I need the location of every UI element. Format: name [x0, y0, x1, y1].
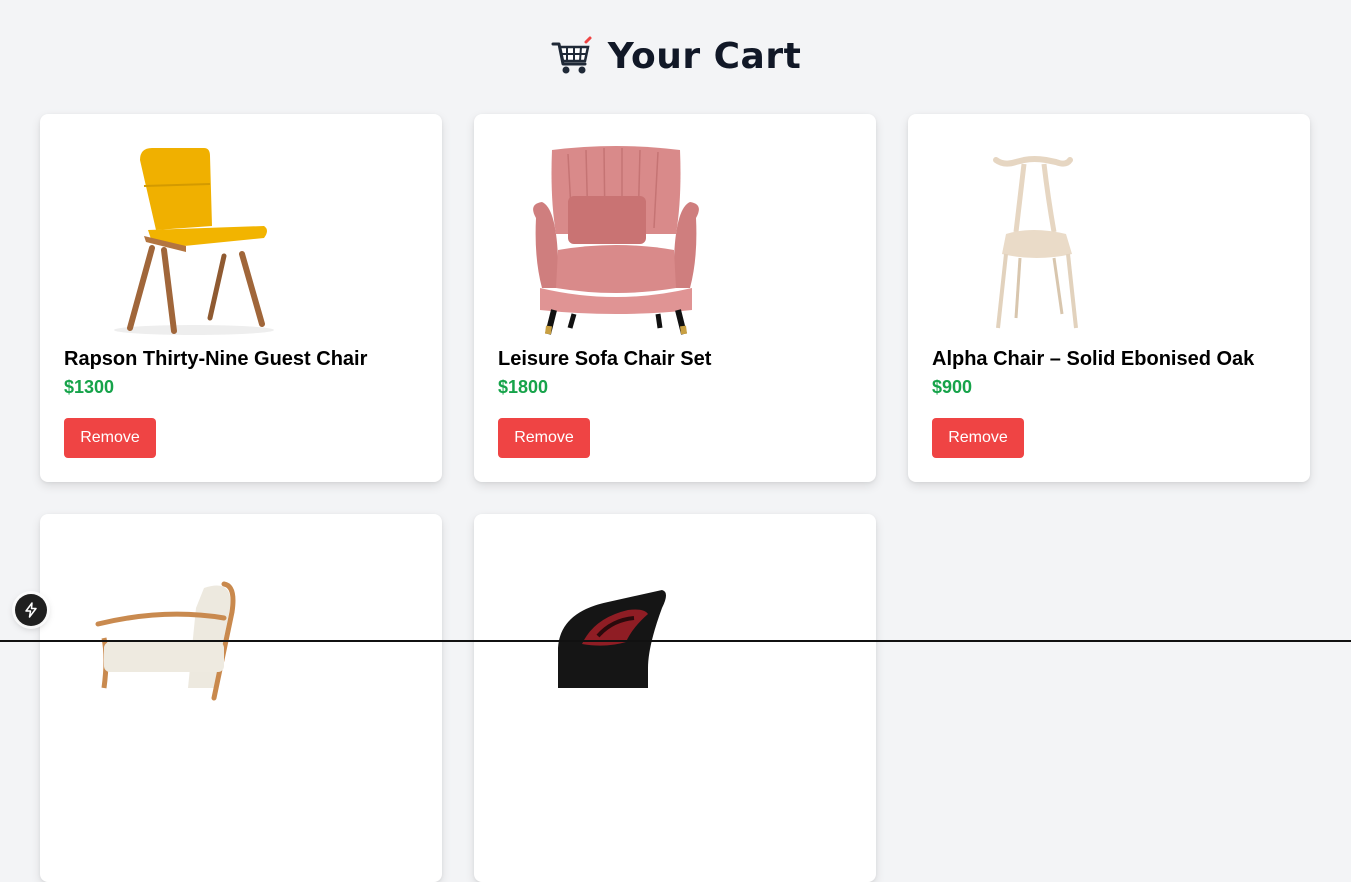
product-image: [64, 538, 284, 738]
product-price: $1800: [498, 377, 549, 397]
product-price: $900: [932, 377, 973, 397]
product-image: [932, 138, 1152, 338]
cart-item-card: Leisure Sofa Chair Set $1800 Remove: [474, 114, 876, 482]
cart-item-card: [474, 514, 876, 882]
cart-grid: Rapson Thirty-Nine Guest Chair $1300 Rem…: [40, 114, 1310, 882]
cart-item-card: Rapson Thirty-Nine Guest Chair $1300 Rem…: [40, 114, 442, 482]
page-header: Your Cart: [0, 30, 1351, 82]
product-name: Rapson Thirty-Nine Guest Chair: [64, 348, 368, 370]
product-name: Leisure Sofa Chair Set: [498, 348, 712, 370]
product-price: $1300: [64, 377, 115, 397]
page-title: Your Cart: [607, 35, 802, 77]
product-image: [498, 138, 718, 338]
product-image: [64, 138, 284, 338]
lightning-bolt-icon[interactable]: [15, 594, 47, 626]
remove-button[interactable]: Remove: [64, 418, 156, 458]
product-image: [498, 538, 718, 738]
cart-item-card: Alpha Chair – Solid Ebonised Oak $900 Re…: [908, 114, 1310, 482]
product-name: Alpha Chair – Solid Ebonised Oak: [932, 348, 1255, 370]
shopping-cart-icon: [551, 36, 592, 74]
remove-button[interactable]: Remove: [498, 418, 590, 458]
cart-item-card: [40, 514, 442, 882]
remove-button[interactable]: Remove: [932, 418, 1024, 458]
